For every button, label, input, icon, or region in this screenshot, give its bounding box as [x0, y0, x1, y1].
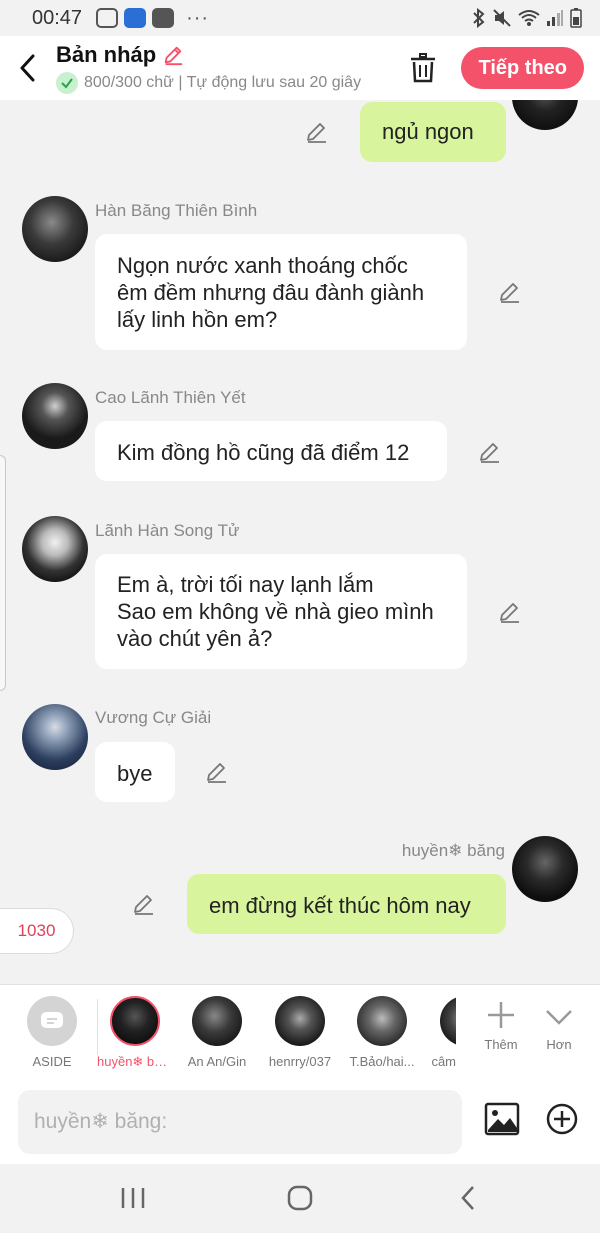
system-navigation-bar: [0, 1164, 600, 1233]
header: Bản nháp 800/300 chữ | Tự động lưu sau 2…: [0, 36, 600, 100]
character-label: An An/Gin: [187, 1054, 247, 1069]
aside-icon: [27, 996, 77, 1046]
add-character-label: Thêm: [484, 1037, 518, 1052]
message-bubble[interactable]: Em à, trời tối nay lạnh lắm Sao em không…: [95, 554, 467, 669]
avatar-vuong-cu-giai[interactable]: [22, 704, 88, 770]
message-bubble[interactable]: bye: [95, 742, 175, 802]
character-avatar: [275, 996, 325, 1046]
sender-name: Lãnh Hàn Song Tử: [95, 521, 240, 540]
character-label: ASIDE: [32, 1054, 72, 1069]
avatar-han-bang-thien-binh[interactable]: [22, 196, 88, 262]
video-notification-icon: [152, 8, 175, 28]
character-avatar: [192, 996, 242, 1046]
delete-button[interactable]: [401, 46, 445, 90]
trash-icon: [411, 53, 436, 83]
edit-message-icon[interactable]: [305, 120, 329, 144]
character-t-bao-hai[interactable]: T.Bảo/hai...: [344, 993, 420, 1069]
character-label: henrry/037: [268, 1054, 332, 1069]
system-icons: [472, 8, 582, 28]
character-avatar: [440, 996, 456, 1046]
input-bar: [0, 1080, 600, 1164]
battery-icon: [570, 8, 582, 28]
character-label: câm: [431, 1054, 456, 1069]
back-icon: [461, 1186, 474, 1210]
edit-message-icon[interactable]: [498, 600, 522, 624]
signal-icon: [547, 10, 563, 26]
mute-icon: [493, 9, 511, 27]
sender-name: Vương Cự Giải: [95, 708, 212, 727]
character-avatar: [357, 996, 407, 1046]
sender-name: huyền❄ băng: [401, 841, 505, 860]
message-bubble[interactable]: ngủ ngon: [360, 102, 506, 162]
sender-name: Cao Lãnh Thiên Yết: [95, 388, 246, 407]
message-counter[interactable]: 1030: [0, 908, 74, 954]
back-button[interactable]: [0, 36, 56, 100]
title-block: Bản nháp 800/300 chữ | Tự động lưu sau 2…: [56, 42, 401, 94]
word-count-autosave-status: 800/300 chữ | Tự động lưu sau 20 giây: [84, 74, 362, 91]
back-nav-button[interactable]: [438, 1180, 498, 1216]
edit-title-icon[interactable]: [162, 44, 184, 66]
chat-area[interactable]: ngủ ngon Hàn Băng Thiên Bình Ngọn nước x…: [0, 100, 600, 984]
character-aside[interactable]: ASIDE: [14, 993, 90, 1069]
recent-apps-button[interactable]: [103, 1180, 163, 1216]
edit-message-icon[interactable]: [205, 760, 229, 784]
side-drawer-handle[interactable]: [0, 455, 6, 691]
image-icon: [484, 1102, 520, 1136]
home-button[interactable]: [270, 1180, 330, 1216]
bluetooth-icon: [473, 8, 485, 28]
character-label: huyền❄ băng: [97, 1054, 173, 1069]
status-time: 00:47: [32, 6, 83, 29]
insert-image-button[interactable]: [484, 1102, 522, 1140]
recent-apps-icon: [121, 1188, 145, 1208]
home-icon: [287, 1185, 313, 1211]
radio-notification-icon: [124, 8, 147, 28]
chevron-left-icon: [20, 54, 35, 82]
avatar-self[interactable]: [512, 836, 578, 902]
avatar-cao-lanh-thien-yet[interactable]: [22, 383, 88, 449]
add-character-button[interactable]: Thêm: [473, 995, 529, 1052]
message-input[interactable]: [18, 1090, 462, 1154]
avatar-self[interactable]: [512, 100, 578, 130]
character-henrry-037[interactable]: henrry/037: [262, 993, 338, 1069]
message-bubble[interactable]: em đừng kết thúc hôm nay: [187, 874, 506, 934]
avatar-lanh-han-song-tu[interactable]: [22, 516, 88, 582]
messenger-notification-icon: [96, 8, 119, 28]
character-label: T.Bảo/hai...: [349, 1054, 415, 1069]
saved-check-icon: [56, 72, 78, 94]
edit-message-icon[interactable]: [498, 280, 522, 304]
status-bar: 00:47 ···: [0, 0, 600, 36]
more-characters-label: Hơn: [546, 1037, 572, 1052]
character-avatar: [110, 996, 160, 1046]
plus-circle-icon: [546, 1103, 578, 1135]
add-content-button[interactable]: [545, 1102, 583, 1140]
sender-name: Hàn Băng Thiên Bình: [95, 201, 258, 220]
page-title: Bản nháp: [56, 42, 157, 67]
more-notifications-icon: ···: [186, 6, 210, 29]
message-bubble[interactable]: Ngọn nước xanh thoáng chốc êm đềm nhưng …: [95, 234, 467, 350]
edit-message-icon[interactable]: [132, 892, 156, 916]
more-characters-button[interactable]: Hơn: [531, 995, 587, 1052]
chevron-down-icon: [531, 995, 587, 1035]
wifi-icon: [518, 10, 540, 26]
edit-message-icon[interactable]: [478, 440, 502, 464]
plus-icon: [473, 995, 529, 1035]
character-selector: ASIDE huyền❄ băng An An/Gin henrry/037 T…: [0, 984, 600, 1080]
message-bubble[interactable]: Kim đồng hồ cũng đã điểm 12: [95, 421, 447, 481]
character-cam[interactable]: câm: [420, 993, 456, 1069]
character-an-an-gin[interactable]: An An/Gin: [179, 993, 255, 1069]
character-huyen-bang[interactable]: huyền❄ băng: [97, 993, 173, 1070]
next-button[interactable]: Tiếp theo: [461, 47, 584, 89]
